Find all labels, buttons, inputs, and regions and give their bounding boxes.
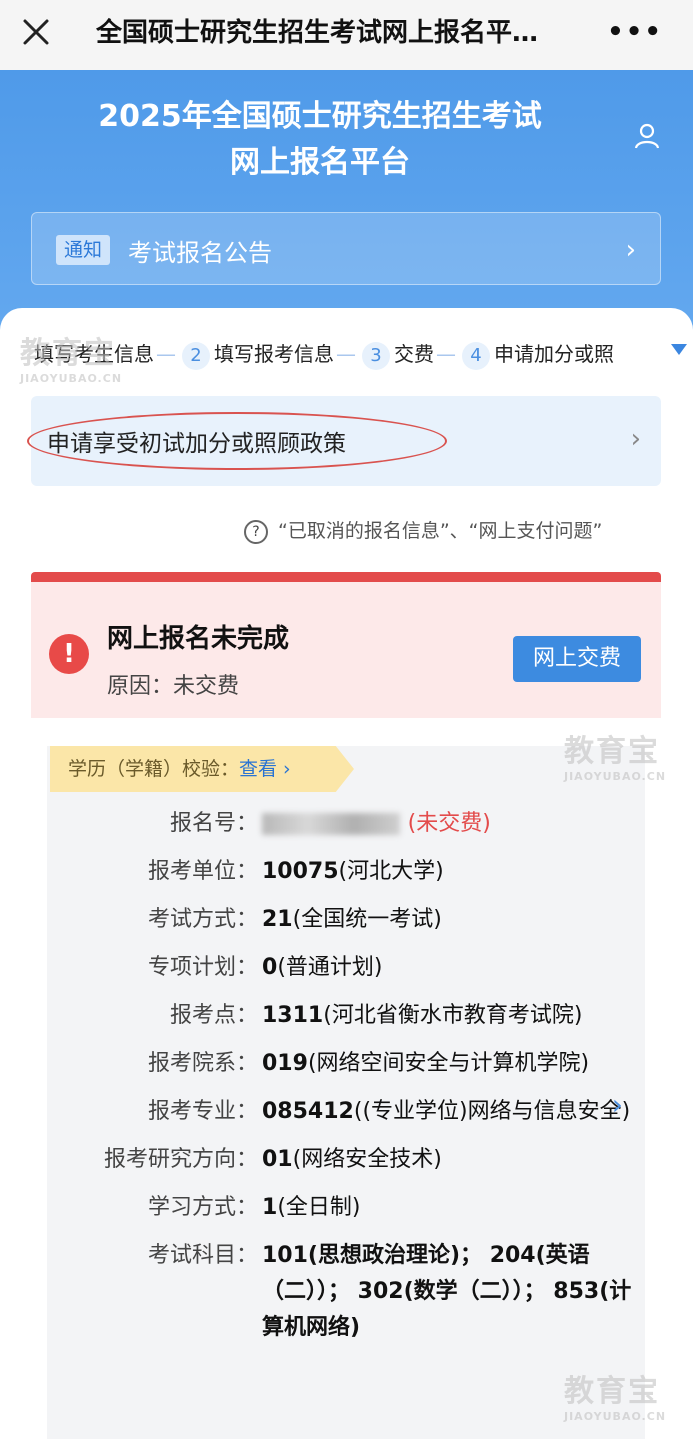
detail-row-department: 报考院系： 019(网络空间安全与计算机学院) — [50, 1046, 648, 1082]
steps-expand-icon[interactable] — [671, 344, 687, 355]
detail-code: 1 — [262, 1195, 278, 1220]
detail-row-major: 报考专业： 085412((专业学位)网络与信息安全) — [50, 1094, 648, 1130]
detail-name: (河北大学) — [338, 859, 444, 884]
apply-bonus-row[interactable]: 申请享受初试加分或照顾政策 › — [27, 396, 661, 486]
unpaid-tag: (未交费) — [407, 811, 491, 836]
detail-key: 报考院系： — [147, 1051, 258, 1076]
detail-row-exam-method: 考试方式： 21(全国统一考试) — [50, 902, 648, 938]
chevron-right-icon[interactable]: › — [612, 1088, 623, 1121]
edu-check-label: 学历（学籍）校验： — [68, 758, 240, 780]
detail-name: (河北省衡水市教育考试院) — [323, 1003, 583, 1028]
progress-steps: 填写考生信息 —2 填写报考信息 —3 交费 —4 申请加分或照 — [34, 338, 693, 374]
detail-row-study-mode: 学习方式： 1(全日制) — [50, 1190, 648, 1226]
notice-text: 考试报名公告 — [128, 239, 272, 267]
detail-code: 01 — [262, 1147, 293, 1172]
watermark-logo: 教育宝 JIAOYUBAO.CN — [564, 1374, 667, 1423]
detail-code: 10075 — [262, 859, 339, 884]
edu-check-link[interactable]: 查看 › — [239, 758, 291, 780]
detail-code: 085412 — [262, 1099, 354, 1124]
detail-row-direction: 报考研究方向： 01(网络安全技术) — [50, 1142, 648, 1178]
detail-key: 报考单位： — [147, 859, 258, 884]
detail-key: 考试科目： — [147, 1243, 258, 1268]
registration-status-card: ! 网上报名未完成 原因：未交费 网上交费 — [31, 572, 661, 718]
detail-code: 1311 — [262, 1003, 324, 1028]
detail-name: ((专业学位)网络与信息安全) — [353, 1099, 631, 1124]
detail-code: 21 — [262, 907, 293, 932]
step-2-label[interactable]: 填写报考信息 — [214, 342, 334, 366]
detail-name: (网络空间安全与计算机学院) — [307, 1051, 590, 1076]
step-3-number: 3 — [362, 342, 390, 370]
platform-title-line2: 网上报名平台 — [230, 145, 410, 180]
detail-code: 0 — [262, 955, 278, 980]
user-icon[interactable] — [633, 122, 661, 150]
watermark-logo: 教育宝 JIAOYUBAO.CN — [20, 336, 123, 385]
platform-title-line1: 2025年全国硕士研究生招生考试 — [98, 99, 542, 134]
detail-key: 学习方式： — [147, 1195, 258, 1220]
step-4-label[interactable]: 申请加分或照 — [494, 342, 614, 366]
platform-title: 2025年全国硕士研究生招生考试 网上报名平台 — [60, 94, 580, 186]
header-banner: 2025年全国硕士研究生招生考试 网上报名平台 通知 考试报名公告 › — [0, 70, 693, 330]
detail-key: 报名号： — [169, 811, 258, 836]
detail-code: 019 — [262, 1051, 308, 1076]
chevron-right-icon: › — [630, 424, 641, 454]
edu-check-banner[interactable]: 学历（学籍）校验：查看 › — [50, 746, 354, 792]
watermark-logo: 教育宝 JIAOYUBAO.CN — [564, 734, 667, 783]
detail-name: (网络安全技术) — [292, 1147, 442, 1172]
notice-tag: 通知 — [56, 235, 111, 265]
status-title: 网上报名未完成 — [107, 624, 290, 654]
detail-key: 报考专业： — [147, 1099, 258, 1124]
apply-bonus-label: 申请享受初试加分或照顾政策 — [47, 431, 346, 457]
online-pay-button[interactable]: 网上交费 — [513, 636, 641, 682]
detail-row-regno: 报名号： (未交费) — [50, 806, 648, 842]
exam-subjects: 101(思想政治理论)； 204(英语（二））； 302(数学（二））； 853… — [262, 1243, 632, 1340]
detail-row-special-plan: 专项计划： 0(普通计划) — [50, 950, 648, 986]
step-3-label[interactable]: 交费 — [394, 342, 434, 366]
help-link[interactable]: ? “已取消的报名信息”、“网上支付问题” — [244, 516, 602, 544]
detail-key: 报考研究方向： — [103, 1147, 258, 1172]
question-circle-icon: ? — [244, 519, 268, 544]
help-text: “已取消的报名信息”、“网上支付问题” — [278, 520, 603, 542]
detail-row-exam-site: 报考点： 1311(河北省衡水市教育考试院) — [50, 998, 648, 1034]
step-4-number: 4 — [462, 342, 490, 370]
page-title: 全国硕士研究生招生考试网上报名平… — [96, 18, 539, 48]
detail-name: (普通计划) — [277, 955, 383, 980]
close-icon[interactable] — [18, 14, 54, 50]
detail-row-subjects: 考试科目： 101(思想政治理论)； 204(英语（二））； 302(数学（二）… — [50, 1238, 648, 1346]
step-2-number: 2 — [182, 342, 210, 370]
alert-icon: ! — [49, 634, 89, 674]
detail-name: (全国统一考试) — [292, 907, 442, 932]
registration-details: 报名号： (未交费) 报考单位： 10075(河北大学) 考试方式： 21(全国… — [50, 806, 648, 1358]
notice-bar[interactable]: 通知 考试报名公告 › — [31, 212, 661, 285]
status-reason: 原因：未交费 — [107, 674, 240, 699]
detail-key: 考试方式： — [147, 907, 258, 932]
chevron-right-icon: › — [625, 235, 636, 265]
detail-row-unit: 报考单位： 10075(河北大学) — [50, 854, 648, 890]
top-navbar: 全国硕士研究生招生考试网上报名平… ••• — [0, 0, 693, 70]
more-icon[interactable]: ••• — [607, 17, 663, 47]
redacted-number — [262, 813, 400, 835]
detail-key: 报考点： — [169, 1003, 258, 1028]
detail-name: (全日制) — [277, 1195, 361, 1220]
detail-key: 专项计划： — [147, 955, 258, 980]
